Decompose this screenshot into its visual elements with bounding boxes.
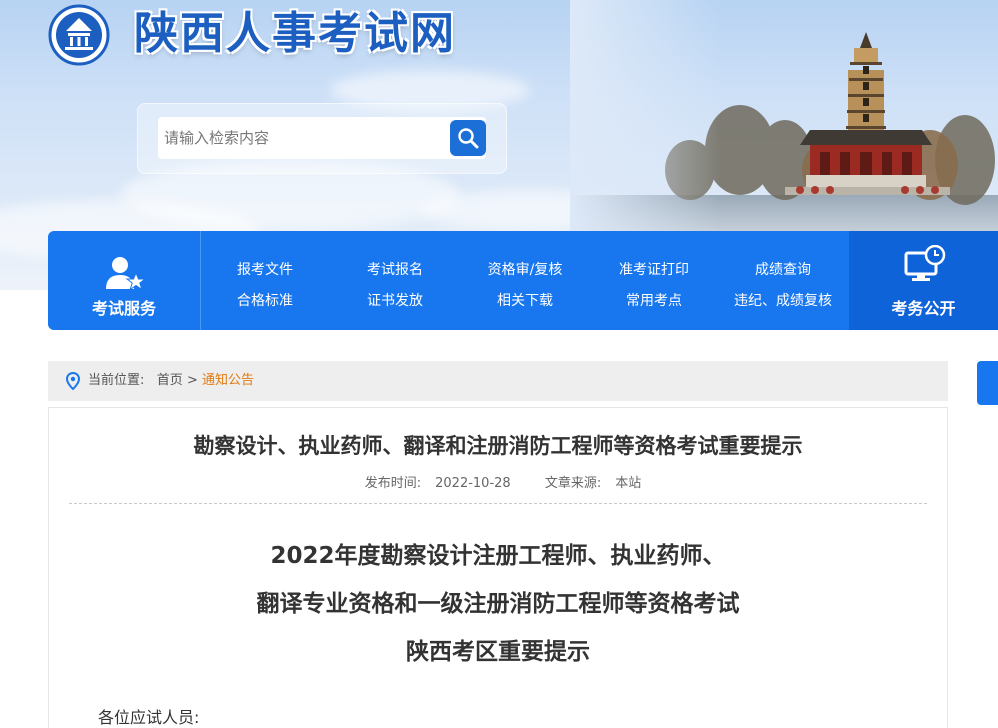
side-float-tab[interactable]	[977, 361, 998, 405]
exam-service-label: 考试服务	[91, 299, 156, 318]
breadcrumb-separator: >	[186, 373, 198, 388]
main-nav: 考试服务 报考文件 合格标准 考试报名 证书发放 资格审/复核 相关下载 准考证…	[48, 231, 998, 330]
nav-link-exam-sites[interactable]: 常用考点	[589, 286, 719, 317]
breadcrumb-home-link[interactable]: 首页	[157, 373, 183, 388]
nav-link-application-docs[interactable]: 报考文件	[200, 255, 330, 286]
article-panel: 勘察设计、执业药师、翻译和注册消防工程师等资格考试重要提示 发布时间: 2022-…	[48, 407, 948, 728]
article-greeting: 各位应试人员:	[98, 708, 200, 727]
nav-link-score-query[interactable]: 成绩查询	[718, 255, 848, 286]
nav-link-certificate[interactable]: 证书发放	[330, 286, 460, 317]
location-pin-icon	[66, 372, 80, 390]
headline-line: 翻译专业资格和一级注册消防工程师等资格考试	[256, 591, 740, 617]
nav-link-registration[interactable]: 考试报名	[330, 255, 460, 286]
nav-link-qualification-review[interactable]: 资格审/复核	[460, 255, 590, 286]
publish-label: 发布时间:	[364, 476, 422, 491]
nav-column: 报考文件 合格标准	[200, 255, 330, 317]
breadcrumb: 当前位置: 首页 > 通知公告	[48, 361, 948, 401]
nav-column: 准考证打印 常用考点	[589, 255, 719, 317]
exam-affairs-panel[interactable]: 考务公开	[849, 231, 998, 330]
exam-service-panel[interactable]: 考试服务	[48, 231, 201, 330]
breadcrumb-prefix: 当前位置:	[88, 373, 145, 388]
search-box	[137, 103, 507, 174]
nav-link-violation-review[interactable]: 违纪、成绩复核	[718, 286, 848, 317]
publish-date: 2022-10-28	[435, 476, 511, 491]
search-icon	[458, 128, 479, 149]
headline-line: 陕西考区重要提示	[406, 639, 590, 665]
article-title: 勘察设计、执业药师、翻译和注册消防工程师等资格考试重要提示	[193, 434, 803, 458]
site-logo	[48, 4, 110, 66]
article-source: 本站	[615, 476, 642, 491]
source-label: 文章来源:	[544, 476, 602, 491]
nav-column: 考试报名 证书发放	[330, 255, 460, 317]
breadcrumb-current-link[interactable]: 通知公告	[202, 373, 254, 388]
monitor-clock-icon	[904, 245, 946, 281]
article-meta: 发布时间: 2022-10-28 文章来源: 本站	[49, 472, 947, 491]
headline-line: 2022年度勘察设计注册工程师、执业药师、	[270, 543, 726, 569]
site-title[interactable]: 陕西人事考试网	[134, 4, 456, 64]
search-button[interactable]	[450, 120, 486, 156]
nav-link-admission-ticket[interactable]: 准考证打印	[589, 255, 719, 286]
divider	[69, 503, 927, 504]
nav-link-pass-standard[interactable]: 合格标准	[200, 286, 330, 317]
nav-link-downloads[interactable]: 相关下载	[460, 286, 590, 317]
pagoda-scene-image	[570, 0, 998, 235]
search-input[interactable]	[158, 117, 486, 159]
user-star-icon	[106, 257, 145, 291]
nav-column: 成绩查询 违纪、成绩复核	[718, 255, 848, 317]
exam-affairs-label: 考务公开	[891, 299, 956, 318]
nav-column: 资格审/复核 相关下载	[460, 255, 590, 317]
